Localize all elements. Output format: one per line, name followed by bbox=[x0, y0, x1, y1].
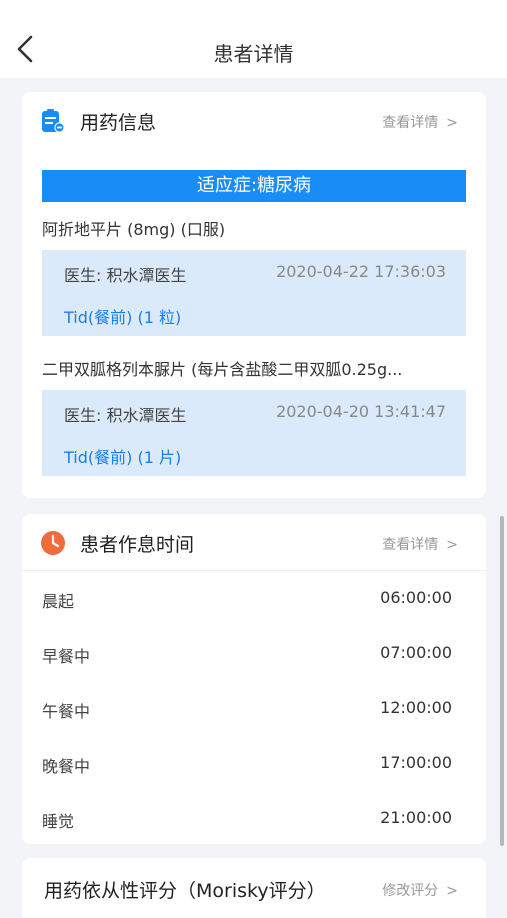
drug-name: 二甲双胍格列本脲片 (每片含盐酸二甲双胍0.25g... bbox=[42, 360, 403, 379]
schedule-time: 07:00:00 bbox=[380, 643, 452, 662]
schedule-title: 患者作息时间 bbox=[80, 534, 195, 556]
chevron-right-icon: > bbox=[446, 883, 458, 899]
schedule-row: 早餐中 07:00:00 bbox=[22, 627, 486, 681]
schedule-card: 患者作息时间 查看详情 > 晨起 06:00:00 早餐中 07:00:00 午餐… bbox=[22, 514, 486, 844]
drug-name: 阿折地平片 (8mg) (口服) bbox=[42, 220, 226, 239]
view-details-label: 查看详情 bbox=[382, 537, 439, 553]
medication-view-details-link[interactable]: 查看详情 > bbox=[382, 112, 458, 132]
prescribing-doctor: 医生: 积水潭医生 bbox=[64, 406, 187, 425]
schedule-row: 午餐中 12:00:00 bbox=[22, 682, 486, 736]
view-details-label: 查看详情 bbox=[382, 115, 439, 131]
prescription-box: 医生: 积水潭医生 2020-04-20 13:41:47 Tid(餐前) (1… bbox=[42, 390, 466, 476]
chevron-right-icon: > bbox=[446, 537, 458, 553]
medication-card-header: 用药信息 查看详情 > bbox=[22, 92, 486, 150]
page-title: 患者详情 bbox=[213, 42, 294, 66]
chevron-right-icon: > bbox=[446, 115, 458, 131]
clipboard-pill-icon bbox=[42, 109, 65, 133]
schedule-time: 06:00:00 bbox=[380, 588, 452, 607]
schedule-label: 早餐中 bbox=[42, 647, 91, 666]
schedule-label: 睡觉 bbox=[42, 812, 75, 831]
dosage-text: Tid(餐前) (1 片) bbox=[64, 448, 182, 467]
morisky-card: 用药依从性评分（Morisky评分） 修改评分 > bbox=[22, 858, 486, 918]
medication-title: 用药信息 bbox=[80, 112, 157, 134]
schedule-row: 晚餐中 17:00:00 bbox=[22, 737, 486, 791]
medication-card: 用药信息 查看详情 > 适应症:糖尿病 阿折地平片 (8mg) (口服) 医生: … bbox=[22, 92, 486, 498]
schedule-label: 午餐中 bbox=[42, 702, 91, 721]
dosage-text: Tid(餐前) (1 粒) bbox=[64, 308, 182, 327]
schedule-row: 睡觉 21:00:00 bbox=[22, 792, 486, 846]
prescription-time: 2020-04-20 13:41:47 bbox=[276, 402, 446, 421]
schedule-time: 12:00:00 bbox=[380, 698, 452, 717]
prescription-time: 2020-04-22 17:36:03 bbox=[276, 262, 446, 281]
indication-banner: 适应症:糖尿病 bbox=[42, 170, 466, 202]
schedule-card-header: 患者作息时间 查看详情 > bbox=[22, 514, 486, 572]
nav-bar: 患者详情 bbox=[0, 0, 507, 78]
scrollbar[interactable] bbox=[500, 516, 504, 846]
schedule-time: 21:00:00 bbox=[380, 808, 452, 827]
edit-score-label: 修改评分 bbox=[382, 883, 439, 899]
schedule-row: 晨起 06:00:00 bbox=[22, 572, 486, 626]
edit-score-link[interactable]: 修改评分 > bbox=[382, 880, 458, 900]
prescribing-doctor: 医生: 积水潭医生 bbox=[64, 266, 187, 285]
prescription-box: 医生: 积水潭医生 2020-04-22 17:36:03 Tid(餐前) (1… bbox=[42, 250, 466, 336]
schedule-label: 晚餐中 bbox=[42, 757, 91, 776]
schedule-view-details-link[interactable]: 查看详情 > bbox=[382, 534, 458, 554]
clock-icon bbox=[41, 531, 65, 555]
schedule-time: 17:00:00 bbox=[380, 753, 452, 772]
morisky-title: 用药依从性评分（Morisky评分） bbox=[44, 880, 326, 902]
divider bbox=[22, 570, 486, 571]
schedule-label: 晨起 bbox=[42, 592, 75, 611]
